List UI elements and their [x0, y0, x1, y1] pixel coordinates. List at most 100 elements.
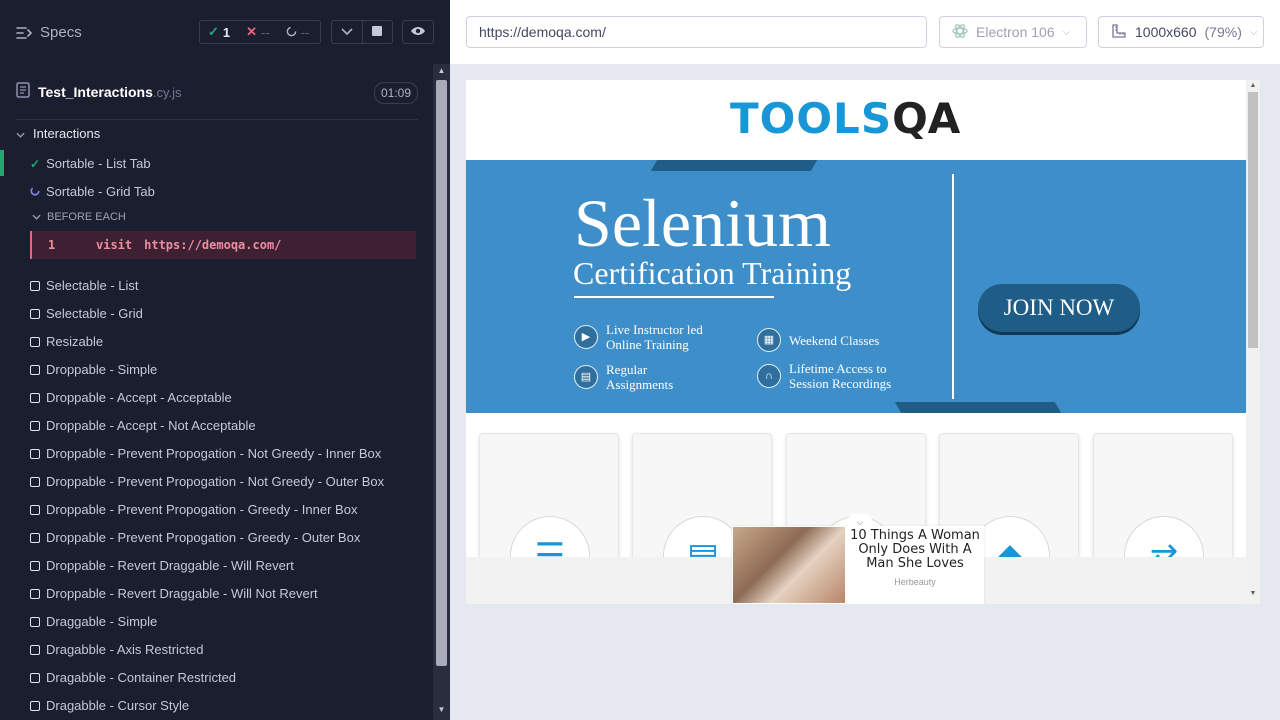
- scrollbar-thumb[interactable]: [436, 80, 447, 666]
- check-icon: ✓: [208, 24, 219, 39]
- sticky-ad[interactable]: ⌵ 10 Things A Woman Only Does With A Man…: [732, 514, 984, 604]
- aut-iframe[interactable]: TOOLS QA Selenium Certification Training…: [466, 80, 1260, 604]
- test-row-pending[interactable]: Selectable - List: [30, 278, 139, 293]
- test-title: Droppable - Prevent Propogation - Greedy…: [46, 502, 358, 517]
- browser-selector[interactable]: Electron 106 ⌵: [939, 16, 1087, 48]
- run-duration: 01:09: [373, 82, 418, 104]
- feature-recordings: ∩ Lifetime Access to Session Recordings: [757, 361, 891, 391]
- test-title: Droppable - Simple: [46, 362, 158, 377]
- test-row-pending[interactable]: Resizable: [30, 334, 103, 349]
- feature-weekend: ▦ Weekend Classes: [757, 328, 879, 352]
- test-title: Dragabble - Container Restricted: [46, 670, 237, 685]
- banner-decoration: [894, 402, 1062, 413]
- specs-toggle-button[interactable]: Specs: [16, 24, 82, 41]
- toolsqa-logo[interactable]: TOOLS QA: [730, 94, 960, 143]
- test-row-passed[interactable]: ✓ Sortable - List Tab: [30, 156, 151, 171]
- electron-icon: [952, 23, 968, 42]
- test-row-pending[interactable]: Droppable - Prevent Propogation - Greedy…: [30, 502, 357, 517]
- scroll-up-icon[interactable]: ▲: [436, 66, 447, 75]
- failed-count: --: [261, 24, 270, 40]
- spinner-icon: [286, 25, 297, 40]
- feature-assignments: ▤ Regular Assignments: [574, 362, 673, 392]
- scroll-down-icon[interactable]: ▼: [436, 705, 447, 714]
- feature-line: Lifetime Access to: [789, 361, 887, 376]
- pending-icon: [30, 532, 40, 543]
- test-row-pending[interactable]: Droppable - Revert Draggable - Will Reve…: [30, 558, 294, 573]
- viewport-selector[interactable]: 1000x660 (79%) ⌵: [1098, 16, 1264, 48]
- test-row-pending[interactable]: Selectable - Grid: [30, 306, 143, 321]
- hook-before-each[interactable]: BEFORE EACH: [32, 211, 126, 223]
- test-row-pending[interactable]: Dragabble - Cursor Style: [30, 698, 189, 713]
- test-row-pending[interactable]: Draggable - Simple: [30, 614, 157, 629]
- specs-label: Specs: [40, 24, 82, 41]
- selenium-training-banner[interactable]: Selenium Certification Training ▶ Live I…: [466, 160, 1246, 413]
- pending-icon: [30, 420, 40, 431]
- scroll-down-icon[interactable]: ▼: [1246, 590, 1260, 597]
- ad-body[interactable]: 10 Things A Woman Only Does With A Man S…: [846, 526, 984, 604]
- passed-indicator: [0, 150, 4, 176]
- test-row-pending[interactable]: Dragabble - Axis Restricted: [30, 642, 204, 657]
- test-row-pending[interactable]: Droppable - Prevent Propogation - Greedy…: [30, 530, 360, 545]
- test-row-pending[interactable]: Droppable - Accept - Not Acceptable: [30, 418, 256, 433]
- logo-text-tail: QA: [892, 94, 961, 143]
- expand-button[interactable]: [332, 21, 362, 43]
- x-icon: ✕: [246, 24, 258, 39]
- scroll-up-icon[interactable]: ▲: [1246, 82, 1260, 89]
- test-row-pending[interactable]: Droppable - Accept - Acceptable: [30, 390, 232, 405]
- pending-icon: [30, 588, 40, 599]
- test-row-pending[interactable]: Droppable - Prevent Propogation - Not Gr…: [30, 474, 384, 489]
- ad-source: Herbeauty: [894, 577, 936, 587]
- chevron-down-icon: [16, 126, 25, 141]
- test-row-pending[interactable]: Droppable - Prevent Propogation - Not Gr…: [30, 446, 381, 461]
- test-title: Draggable - Simple: [46, 614, 158, 629]
- pending-icon: [30, 364, 40, 375]
- passed-count: 1: [222, 24, 231, 40]
- test-title: Droppable - Prevent Propogation - Greedy…: [46, 530, 361, 545]
- spec-file-header: Test_Interactions .cy.js 01:09: [16, 80, 418, 104]
- headphones-icon: ∩: [757, 364, 781, 388]
- ad-image[interactable]: [733, 527, 845, 603]
- file-icon: [16, 81, 30, 103]
- iframe-scrollbar[interactable]: ▲ ▼: [1246, 80, 1260, 604]
- test-row-pending[interactable]: Droppable - Simple: [30, 362, 157, 377]
- stop-icon: [372, 23, 383, 41]
- spec-file-name: Test_Interactions: [38, 84, 153, 100]
- test-row-running[interactable]: Sortable - Grid Tab: [30, 184, 155, 199]
- test-row-pending[interactable]: Droppable - Revert Draggable - Will Not …: [30, 586, 318, 601]
- command-log-panel: Specs ✓ 1 ✕ -- -- Test_Interactions .cy.…: [0, 0, 450, 720]
- pending-icon: [30, 616, 40, 627]
- viewport-scale: (79%): [1204, 24, 1242, 40]
- reporter-header: Specs ✓ 1 ✕ -- --: [0, 0, 450, 64]
- pending-icon: [30, 504, 40, 515]
- command-name: visit: [96, 238, 133, 252]
- banner-divider: [952, 174, 954, 399]
- specs-menu-icon: [16, 26, 32, 40]
- iframe-scrollbar-thumb[interactable]: [1248, 92, 1258, 348]
- test-row-pending[interactable]: Dragabble - Container Restricted: [30, 670, 236, 685]
- run-controls: [331, 20, 393, 44]
- running-spinner-icon: [30, 184, 40, 199]
- feature-line: Live Instructor led: [606, 322, 703, 337]
- test-title: Sortable - Grid Tab: [46, 184, 155, 199]
- feature-line: Online Training: [606, 337, 689, 352]
- test-title: Selectable - Grid: [46, 306, 143, 321]
- selector-playground-button[interactable]: [402, 20, 434, 44]
- test-title: Droppable - Prevent Propogation - Not Gr…: [46, 446, 382, 461]
- command-message: https://demoqa.com/: [144, 238, 282, 252]
- pending-icon: [30, 308, 40, 319]
- chevron-down-icon: [341, 23, 353, 41]
- stop-button[interactable]: [361, 21, 393, 43]
- ad-title[interactable]: 10 Things A Woman Only Does With A Man S…: [846, 529, 984, 571]
- banner-decoration: [650, 160, 818, 171]
- chevron-down-icon[interactable]: ⌵: [848, 514, 872, 528]
- feature-line: Session Recordings: [789, 376, 892, 391]
- suite-row-interactions[interactable]: Interactions: [16, 126, 100, 141]
- divider: [16, 119, 418, 120]
- test-title: Droppable - Revert Draggable - Will Reve…: [46, 558, 294, 573]
- command-visit[interactable]: 1 visit https://demoqa.com/: [30, 231, 416, 259]
- pending-icon: [30, 280, 40, 291]
- chevron-down-icon: ⌵: [1062, 26, 1071, 38]
- join-now-button[interactable]: JOIN NOW: [978, 284, 1140, 332]
- pending-icon: [30, 644, 40, 655]
- url-bar[interactable]: https://demoqa.com/: [466, 16, 927, 48]
